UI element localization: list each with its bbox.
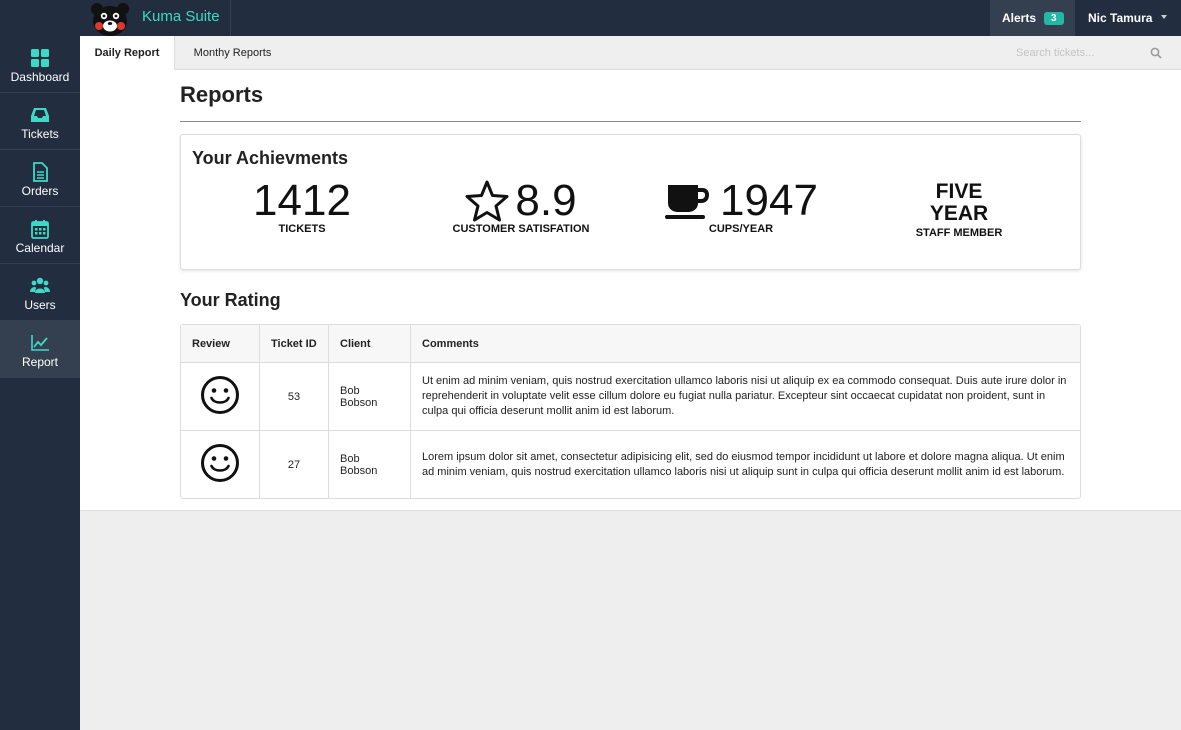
stat-label: CUSTOMER SATISFATION bbox=[452, 223, 590, 235]
top-bar: Kuma Suite Alerts 3 Nic Tamura bbox=[0, 0, 1181, 36]
line-chart-icon bbox=[31, 335, 49, 351]
smiley-icon bbox=[201, 444, 239, 482]
divider bbox=[180, 121, 1081, 122]
review-cell bbox=[181, 431, 260, 498]
tab-daily-report[interactable]: Daily Report bbox=[80, 36, 175, 70]
grid-icon bbox=[31, 49, 49, 67]
sidebar-item-label: Tickets bbox=[21, 127, 59, 141]
ticket-id-cell: 27 bbox=[260, 431, 329, 498]
column-header-review[interactable]: Review bbox=[181, 325, 260, 363]
sidebar-item-dashboard[interactable]: Dashboard bbox=[0, 36, 80, 93]
stat-label: STAFF MEMBER bbox=[915, 227, 1003, 239]
star-icon bbox=[465, 180, 509, 222]
stat-cups-per-year: 1947 CUPS/YEAR bbox=[656, 175, 826, 235]
sidebar-item-tickets[interactable]: Tickets bbox=[0, 93, 80, 150]
page-title: Reports bbox=[180, 82, 264, 107]
search-box bbox=[1010, 42, 1170, 64]
calendar-icon bbox=[31, 220, 49, 239]
sidebar-item-label: Orders bbox=[21, 184, 59, 198]
brand[interactable]: Kuma Suite bbox=[80, 0, 231, 36]
sidebar-item-label: Calendar bbox=[15, 241, 65, 255]
brand-name: Kuma Suite bbox=[142, 8, 220, 25]
stat-value: 1412 bbox=[253, 176, 351, 225]
user-menu[interactable]: Nic Tamura bbox=[1075, 0, 1181, 36]
table-row[interactable]: 53 Bob Bobson Ut enim ad minim veniam, q… bbox=[181, 363, 1080, 431]
user-name: Nic Tamura bbox=[1088, 11, 1153, 25]
sidebar-item-orders[interactable]: Orders bbox=[0, 150, 80, 207]
stat-value-line1: FIVE bbox=[935, 180, 983, 203]
inbox-icon bbox=[31, 108, 49, 122]
stat-customer-satisfaction: 8.9 CUSTOMER SATISFATION bbox=[441, 175, 601, 235]
rating-title: Your Rating bbox=[180, 290, 281, 310]
table-header-row: Review Ticket ID Client Comments bbox=[181, 325, 1080, 363]
stat-staff-member: FIVE YEAR STAFF MEMBER bbox=[899, 180, 1019, 240]
comment-cell: Ut enim ad minim veniam, quis nostrud ex… bbox=[411, 363, 1080, 431]
main-content: Reports Your Achievments 1412 TICKETS 8.… bbox=[80, 70, 1181, 511]
search-icon[interactable] bbox=[1150, 47, 1162, 59]
smiley-icon bbox=[201, 376, 239, 414]
sidebar-item-users[interactable]: Users bbox=[0, 264, 80, 321]
alerts-button[interactable]: Alerts 3 bbox=[990, 0, 1075, 36]
search-input[interactable] bbox=[1010, 47, 1140, 59]
tab-monthly-reports[interactable]: Monthy Reports bbox=[180, 36, 285, 70]
achievements-title: Your Achievments bbox=[192, 148, 349, 168]
sidebar-item-calendar[interactable]: Calendar bbox=[0, 207, 80, 264]
chevron-down-icon bbox=[1161, 15, 1168, 19]
tab-bar: Daily Report Monthy Reports bbox=[80, 36, 1181, 70]
ticket-id-cell: 53 bbox=[260, 363, 329, 431]
document-icon bbox=[33, 162, 48, 182]
stat-tickets: 1412 TICKETS bbox=[232, 175, 372, 235]
stat-value: 8.9 bbox=[515, 176, 577, 225]
table-row[interactable]: 27 Bob Bobson Lorem ipsum dolor sit amet… bbox=[181, 431, 1080, 498]
review-cell bbox=[181, 363, 260, 431]
client-cell: Bob Bobson bbox=[329, 431, 411, 498]
column-header-ticket-id[interactable]: Ticket ID bbox=[260, 325, 329, 363]
users-icon bbox=[30, 277, 50, 293]
column-header-client[interactable]: Client bbox=[329, 325, 411, 363]
bear-logo-icon bbox=[91, 3, 129, 36]
sidebar-item-label: Users bbox=[24, 298, 56, 312]
stat-value: 1947 bbox=[720, 176, 818, 225]
sidebar-item-report[interactable]: Report bbox=[0, 321, 80, 378]
achievements-card: Your Achievments 1412 TICKETS 8.9 CUSTOM… bbox=[180, 134, 1081, 270]
alerts-label: Alerts bbox=[1002, 11, 1037, 25]
client-cell: Bob Bobson bbox=[329, 363, 411, 431]
rating-table: Review Ticket ID Client Comments 53 Bob … bbox=[180, 324, 1081, 499]
sidebar: Dashboard Tickets Orders Calendar Users … bbox=[0, 36, 80, 730]
column-header-comments[interactable]: Comments bbox=[411, 325, 1080, 363]
sidebar-item-label: Dashboard bbox=[10, 70, 70, 84]
sidebar-item-label: Report bbox=[21, 355, 59, 369]
alerts-count-badge: 3 bbox=[1044, 11, 1064, 25]
coffee-cup-icon bbox=[665, 185, 710, 219]
comment-cell: Lorem ipsum dolor sit amet, consectetur … bbox=[422, 450, 1065, 478]
stat-value-line2: YEAR bbox=[929, 202, 989, 225]
